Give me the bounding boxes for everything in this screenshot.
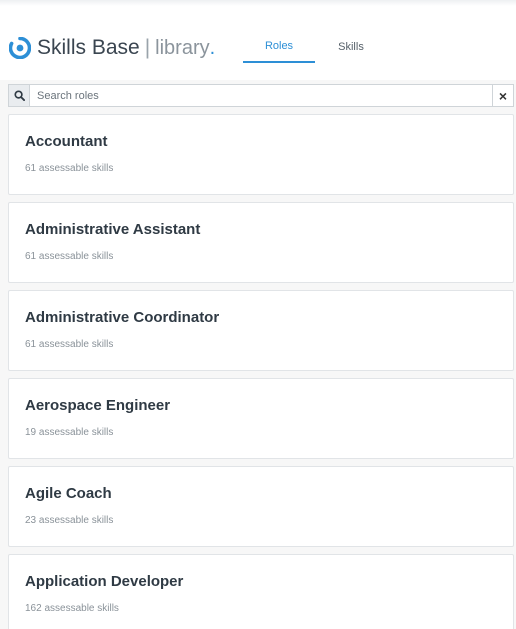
header: Skills Base | library. Roles Skills	[0, 0, 516, 80]
role-title: Administrative Coordinator	[25, 309, 220, 326]
role-skill-count: 19 assessable skills	[25, 427, 114, 438]
top-shade	[0, 0, 516, 6]
search-input[interactable]	[30, 84, 492, 107]
logo-product: library	[155, 36, 210, 59]
page: Skills Base | library. Roles Skills × Ac…	[0, 0, 516, 629]
tab-bar: Roles Skills	[243, 30, 387, 63]
role-title: Application Developer	[25, 573, 184, 590]
search-button[interactable]	[8, 84, 30, 107]
role-skill-count: 162 assessable skills	[25, 603, 119, 614]
role-skill-count: 23 assessable skills	[25, 515, 114, 526]
skills-base-logo-icon	[9, 37, 31, 59]
logo-separator: |	[144, 36, 151, 59]
role-card[interactable]: Administrative Assistant 61 assessable s…	[8, 202, 514, 283]
role-skill-count: 61 assessable skills	[25, 163, 114, 174]
search-bar: ×	[8, 84, 514, 107]
role-skill-count: 61 assessable skills	[25, 339, 114, 350]
role-skill-count: 61 assessable skills	[25, 251, 114, 262]
role-title: Administrative Assistant	[25, 221, 201, 238]
logo-product-dot: .	[209, 36, 216, 59]
role-title: Accountant	[25, 133, 108, 150]
role-card[interactable]: Administrative Coordinator 61 assessable…	[8, 290, 514, 371]
role-list: Accountant 61 assessable skills Administ…	[8, 114, 514, 629]
role-card[interactable]: Application Developer 162 assessable ski…	[8, 554, 514, 629]
role-card[interactable]: Aerospace Engineer 19 assessable skills	[8, 378, 514, 459]
clear-search-button[interactable]: ×	[492, 84, 514, 107]
role-title: Aerospace Engineer	[25, 397, 171, 414]
role-card[interactable]: Agile Coach 23 assessable skills	[8, 466, 514, 547]
tab-skills[interactable]: Skills	[315, 30, 387, 63]
tab-roles[interactable]: Roles	[243, 30, 315, 63]
logo[interactable]: Skills Base | library.	[9, 34, 215, 62]
role-title: Agile Coach	[25, 485, 112, 502]
search-icon	[13, 90, 25, 101]
role-card[interactable]: Accountant 61 assessable skills	[8, 114, 514, 195]
logo-brand: Skills Base	[37, 36, 140, 59]
